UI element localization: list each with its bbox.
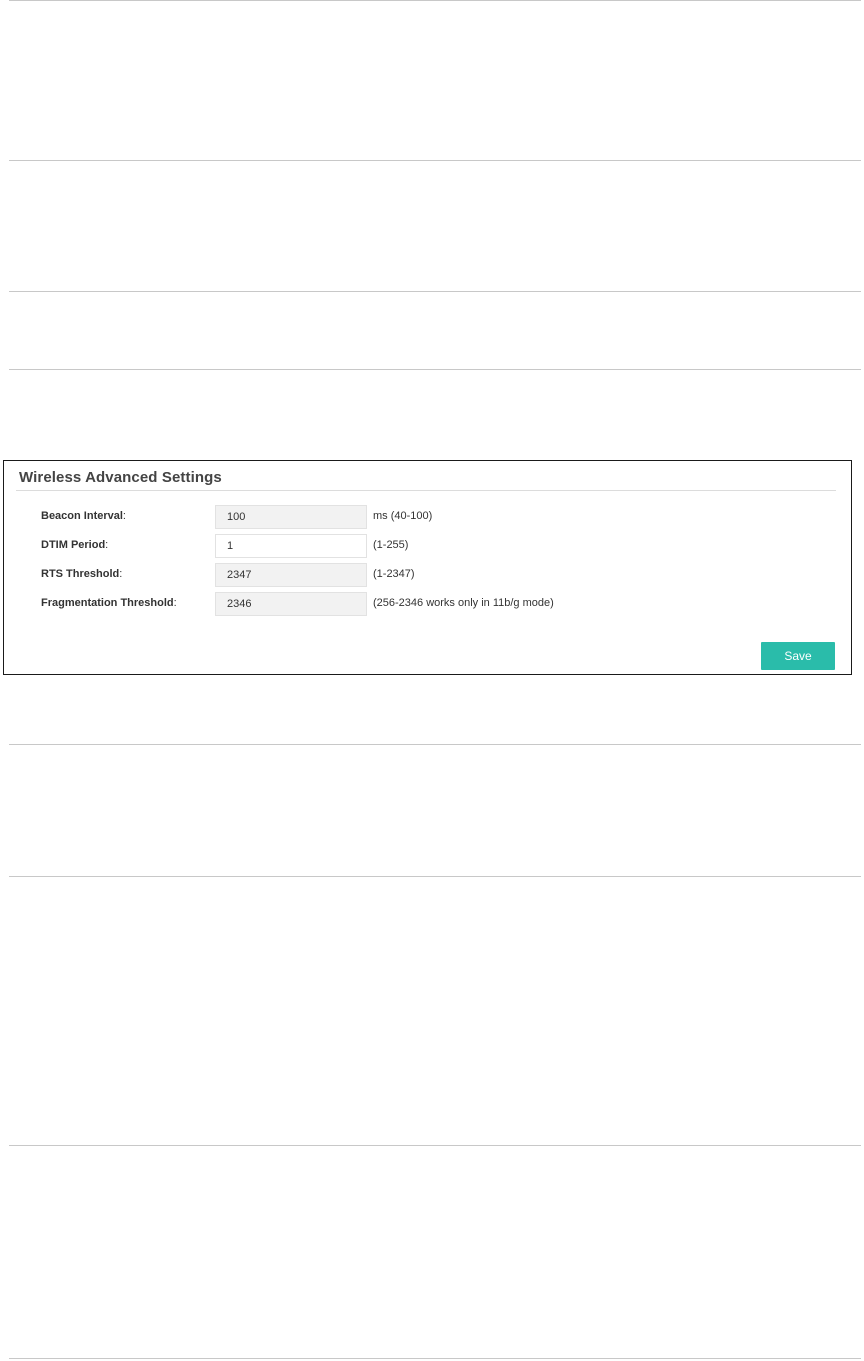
divider <box>9 291 861 292</box>
dtim-period-label: DTIM Period: <box>41 539 109 551</box>
divider <box>9 1358 861 1359</box>
fragmentation-threshold-input[interactable] <box>215 592 367 616</box>
fragmentation-threshold-label: Fragmentation Threshold: <box>41 597 177 609</box>
rts-threshold-hint: (1-2347) <box>373 568 415 580</box>
panel-title: Wireless Advanced Settings <box>19 469 222 486</box>
dtim-period-row: DTIM Period: (1-255) <box>4 534 851 558</box>
divider <box>9 876 861 877</box>
divider <box>9 369 861 370</box>
fragmentation-threshold-row: Fragmentation Threshold: (256-2346 works… <box>4 592 851 616</box>
dtim-period-input[interactable] <box>215 534 367 558</box>
beacon-interval-hint: ms (40-100) <box>373 510 433 522</box>
divider <box>9 744 861 745</box>
save-button[interactable]: Save <box>761 642 835 670</box>
fragmentation-threshold-hint: (256-2346 works only in 11b/g mode) <box>373 597 554 609</box>
rts-threshold-row: RTS Threshold: (1-2347) <box>4 563 851 587</box>
dtim-period-hint: (1-255) <box>373 539 409 551</box>
beacon-interval-input[interactable] <box>215 505 367 529</box>
rts-threshold-input[interactable] <box>215 563 367 587</box>
divider <box>9 1145 861 1146</box>
wireless-advanced-settings-panel: Wireless Advanced Settings Beacon Interv… <box>3 460 852 675</box>
divider <box>9 0 861 1</box>
divider <box>9 160 861 161</box>
rts-threshold-label: RTS Threshold: <box>41 568 123 580</box>
title-divider <box>16 490 836 491</box>
beacon-interval-row: Beacon Interval: ms (40-100) <box>4 505 851 529</box>
beacon-interval-label: Beacon Interval: <box>41 510 126 522</box>
